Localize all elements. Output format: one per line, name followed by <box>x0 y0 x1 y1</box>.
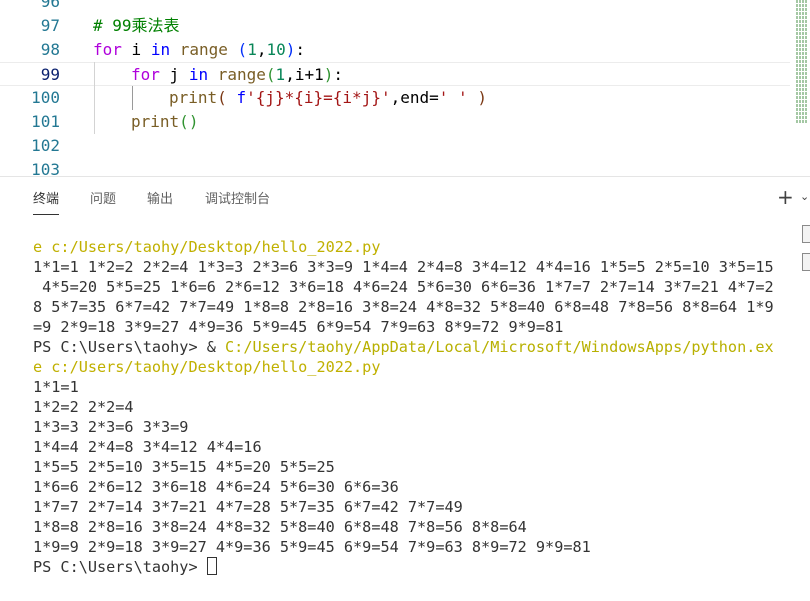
terminal-prompt-line[interactable]: PS C:\Users\taohy> <box>33 557 773 577</box>
editor-line-98: 98 for i in range (1,10): <box>0 38 790 62</box>
terminal-line: 1*8=8 2*8=16 3*8=24 4*8=32 5*8=40 6*8=48… <box>33 518 527 536</box>
editor-line-103: 103 <box>0 158 790 176</box>
code-text: print( f'{j}*{i}={i*j}',end=' ' ) <box>169 88 487 107</box>
line-number: 97 <box>40 16 60 35</box>
tab-terminal[interactable]: 终端 <box>33 191 60 215</box>
code-comment: # 99乘法表 <box>93 16 180 35</box>
code-editor[interactable]: 96 97 # 99乘法表 98 for i in range (1,10): … <box>0 0 810 176</box>
indent-guide <box>94 62 95 134</box>
terminal-line: 1*5=5 2*5=10 3*5=15 4*5=20 5*5=25 <box>33 458 335 476</box>
terminal-prompt: PS C:\Users\taohy> & <box>33 338 226 356</box>
terminal-instance-icon[interactable] <box>802 253 810 271</box>
editor-line-96: 96 <box>0 0 790 14</box>
terminal-line: 1*4=4 2*4=8 3*4=12 4*4=16 <box>33 438 262 456</box>
tab-output[interactable]: 输出 <box>147 191 173 209</box>
terminal-prompt: PS C:\Users\taohy> <box>33 558 207 576</box>
terminal-line: e c:/Users/taohy/Desktop/hello_2022.py <box>33 238 381 256</box>
tab-debug-console[interactable]: 调试控制台 <box>205 191 270 209</box>
terminal-line: 1*6=6 2*6=12 3*6=18 4*6=24 5*6=30 6*6=36 <box>33 478 399 496</box>
plus-icon[interactable]: + <box>777 186 794 208</box>
line-number: 102 <box>31 136 60 155</box>
chevron-down-icon[interactable]: ⌄ <box>800 189 809 205</box>
indent-guide-active <box>132 86 133 110</box>
line-number: 100 <box>31 88 60 107</box>
line-number: 103 <box>31 160 60 176</box>
terminal-line: 4*5=20 5*5=25 1*6=6 2*6=12 3*6=18 4*6=24… <box>33 278 774 296</box>
code-text: for i in range (1,10): <box>93 40 306 59</box>
bottom-panel: 终端 问题 输出 调试控制台 + ⌄ e c:/Users/taohy/Desk… <box>0 176 810 601</box>
terminal-instance-icon[interactable] <box>802 225 810 243</box>
line-number: 98 <box>40 40 60 59</box>
terminal-line: 1*1=1 <box>33 378 79 396</box>
code-text: for j in range(1,i+1): <box>131 65 344 84</box>
terminal-output[interactable]: e c:/Users/taohy/Desktop/hello_2022.py 1… <box>33 237 774 577</box>
terminal-line: e c:/Users/taohy/Desktop/hello_2022.py <box>33 358 381 376</box>
editor-line-101: 101 print() <box>0 110 790 134</box>
editor-line-99: 99 for j in range(1,i+1): <box>0 62 790 86</box>
minimap[interactable] <box>796 0 808 136</box>
terminal-line: 1*3=3 2*3=6 3*3=9 <box>33 418 189 436</box>
editor-line-97: 97 # 99乘法表 <box>0 14 790 38</box>
editor-line-100: 100 print( f'{j}*{i}={i*j}',end=' ' ) <box>0 86 790 110</box>
line-number: 96 <box>40 0 60 11</box>
editor-line-102: 102 <box>0 134 790 158</box>
terminal-line: =9 2*9=18 3*9=27 4*9=36 5*9=45 6*9=54 7*… <box>33 318 564 336</box>
terminal-line: 8 5*7=35 6*7=42 7*7=49 1*8=8 2*8=16 3*8=… <box>33 298 774 316</box>
line-number: 101 <box>31 112 60 131</box>
panel-tabs: 终端 问题 输出 调试控制台 + ⌄ <box>0 177 810 221</box>
line-number: 99 <box>40 65 60 84</box>
terminal-command-line: PS C:\Users\taohy> & C:/Users/taohy/AppD… <box>33 337 774 357</box>
terminal-line: 1*9=9 2*9=18 3*9=27 4*9=36 5*9=45 6*9=54… <box>33 538 591 556</box>
code-text: print() <box>131 112 199 131</box>
terminal-cursor <box>206 557 217 575</box>
terminal-line: 1*2=2 2*2=4 <box>33 398 134 416</box>
terminal-line: 1*7=7 2*7=14 3*7=21 4*7=28 5*7=35 6*7=42… <box>33 498 463 516</box>
tab-problems[interactable]: 问题 <box>90 191 116 209</box>
terminal-line: 1*1=1 1*2=2 2*2=4 1*3=3 2*3=6 3*3=9 1*4=… <box>33 258 774 276</box>
terminal-command-path: C:/Users/taohy/AppData/Local/Microsoft/W… <box>225 338 774 356</box>
